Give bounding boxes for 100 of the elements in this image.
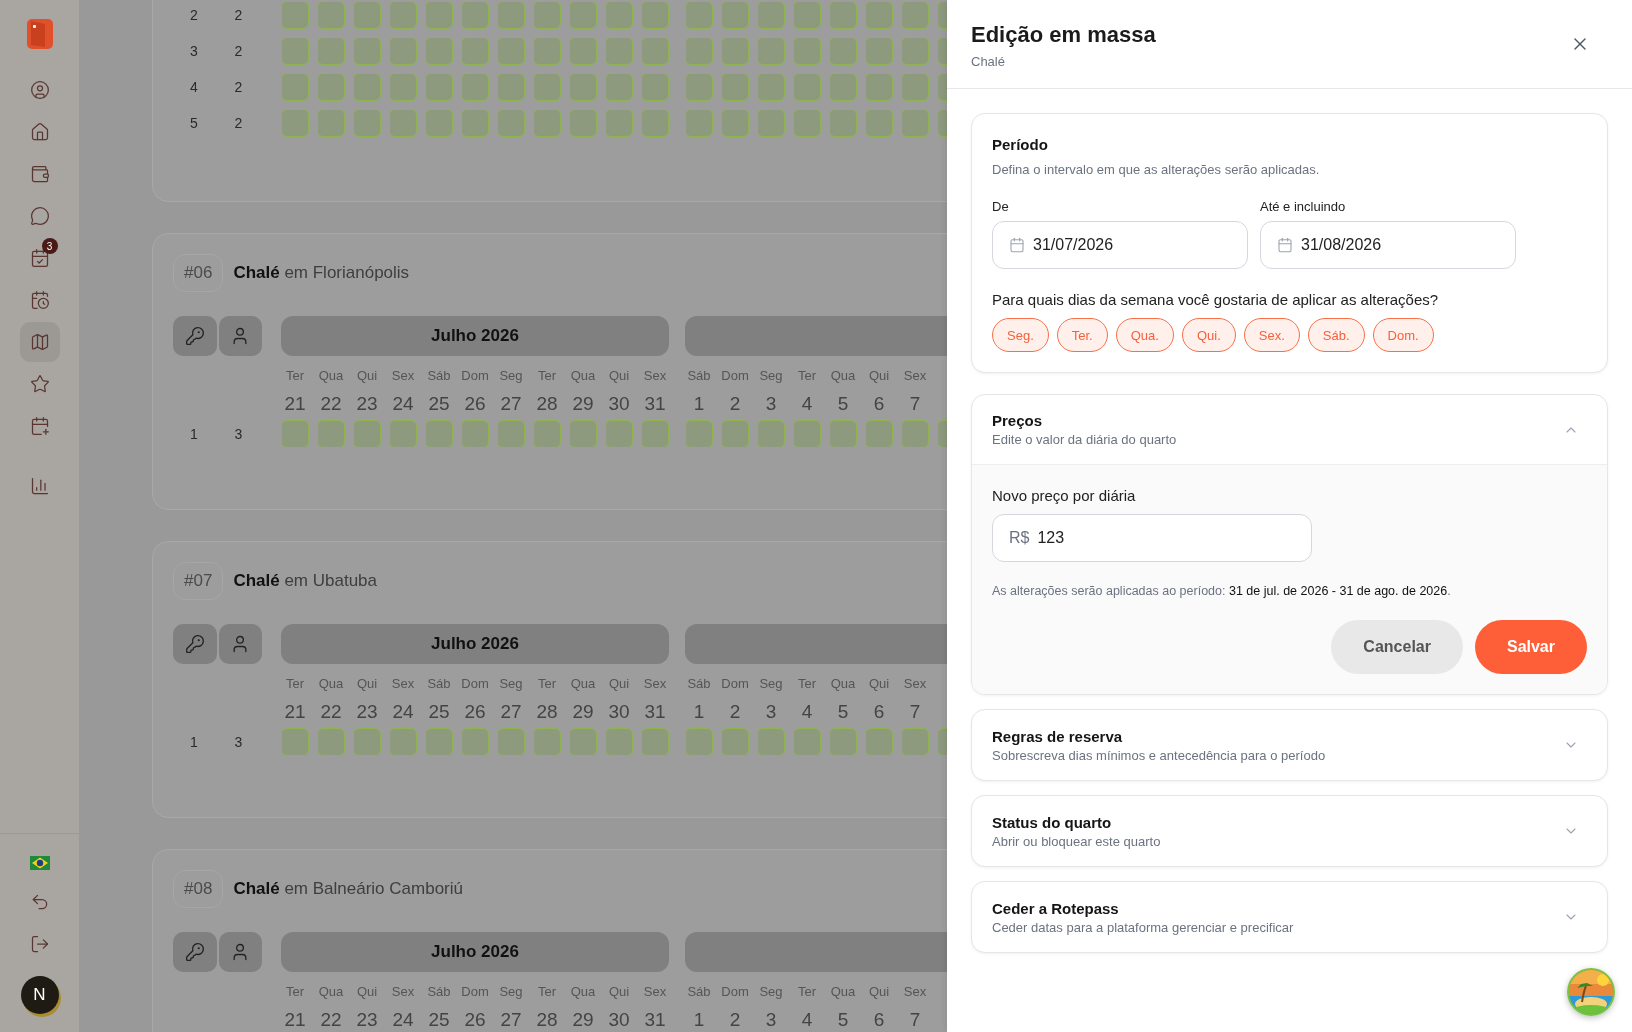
- availability-cell[interactable]: [569, 1, 597, 29]
- availability-cell[interactable]: [685, 728, 713, 756]
- availability-cell[interactable]: [569, 420, 597, 448]
- availability-cell[interactable]: [461, 420, 489, 448]
- availability-cell[interactable]: [865, 73, 893, 101]
- availability-cell[interactable]: [317, 73, 345, 101]
- availability-cell[interactable]: [685, 73, 713, 101]
- availability-cell[interactable]: [353, 109, 381, 137]
- guest-button[interactable]: [218, 624, 262, 664]
- availability-cell[interactable]: [461, 37, 489, 65]
- availability-cell[interactable]: [569, 109, 597, 137]
- availability-cell[interactable]: [461, 73, 489, 101]
- date-field[interactable]: 31/08/2026: [1260, 221, 1516, 269]
- availability-cell[interactable]: [685, 1, 713, 29]
- availability-cell[interactable]: [829, 420, 857, 448]
- availability-cell[interactable]: [425, 73, 453, 101]
- availability-cell[interactable]: [317, 109, 345, 137]
- availability-cell[interactable]: [865, 728, 893, 756]
- availability-cell[interactable]: [317, 728, 345, 756]
- availability-cell[interactable]: [497, 73, 525, 101]
- availability-cell[interactable]: [317, 1, 345, 29]
- availability-cell[interactable]: [721, 728, 749, 756]
- availability-cell[interactable]: [497, 109, 525, 137]
- availability-cell[interactable]: [317, 37, 345, 65]
- nav-item[interactable]: [19, 322, 60, 362]
- weekday-chip[interactable]: Sáb.: [1307, 318, 1365, 352]
- availability-cell[interactable]: [901, 1, 929, 29]
- availability-cell[interactable]: [569, 73, 597, 101]
- availability-cell[interactable]: [605, 728, 633, 756]
- availability-cell[interactable]: [605, 73, 633, 101]
- user-avatar[interactable]: N: [20, 976, 59, 1014]
- availability-cell[interactable]: [425, 420, 453, 448]
- key-button[interactable]: [173, 316, 217, 356]
- availability-cell[interactable]: [353, 1, 381, 29]
- weekday-chip[interactable]: Ter.: [1056, 318, 1108, 352]
- availability-cell[interactable]: [461, 728, 489, 756]
- availability-cell[interactable]: [641, 37, 669, 65]
- availability-cell[interactable]: [641, 109, 669, 137]
- availability-cell[interactable]: [281, 728, 309, 756]
- availability-cell[interactable]: [757, 109, 785, 137]
- availability-cell[interactable]: [901, 109, 929, 137]
- availability-cell[interactable]: [829, 728, 857, 756]
- availability-cell[interactable]: [497, 420, 525, 448]
- availability-cell[interactable]: [605, 109, 633, 137]
- price-input[interactable]: 123: [1037, 529, 1238, 547]
- availability-cell[interactable]: [353, 73, 381, 101]
- weekday-chip[interactable]: Qui.: [1181, 318, 1236, 352]
- availability-cell[interactable]: [641, 728, 669, 756]
- availability-cell[interactable]: [901, 73, 929, 101]
- availability-cell[interactable]: [389, 1, 417, 29]
- availability-cell[interactable]: [721, 37, 749, 65]
- availability-cell[interactable]: [721, 109, 749, 137]
- availability-cell[interactable]: [721, 420, 749, 448]
- availability-cell[interactable]: [757, 420, 785, 448]
- availability-cell[interactable]: [425, 37, 453, 65]
- availability-cell[interactable]: [865, 1, 893, 29]
- logout-button[interactable]: [29, 934, 50, 954]
- weekday-chip[interactable]: Seg.: [992, 318, 1049, 352]
- availability-cell[interactable]: [641, 73, 669, 101]
- availability-cell[interactable]: [497, 1, 525, 29]
- availability-cell[interactable]: [757, 1, 785, 29]
- availability-cell[interactable]: [865, 37, 893, 65]
- availability-cell[interactable]: [389, 420, 417, 448]
- availability-cell[interactable]: [317, 420, 345, 448]
- cancel-button[interactable]: Cancelar: [1331, 620, 1463, 674]
- availability-cell[interactable]: [605, 37, 633, 65]
- availability-cell[interactable]: [685, 37, 713, 65]
- availability-cell[interactable]: [793, 109, 821, 137]
- brazil-flag-icon[interactable]: [29, 856, 50, 870]
- availability-cell[interactable]: [389, 109, 417, 137]
- availability-cell[interactable]: [721, 1, 749, 29]
- date-field[interactable]: 31/07/2026: [992, 221, 1248, 269]
- availability-cell[interactable]: [865, 109, 893, 137]
- guest-button[interactable]: [218, 932, 262, 972]
- availability-cell[interactable]: [389, 728, 417, 756]
- availability-cell[interactable]: [793, 1, 821, 29]
- availability-cell[interactable]: [865, 420, 893, 448]
- availability-cell[interactable]: [281, 73, 309, 101]
- assistant-button[interactable]: [1567, 968, 1615, 1016]
- guest-button[interactable]: [218, 316, 262, 356]
- availability-cell[interactable]: [497, 37, 525, 65]
- availability-cell[interactable]: [641, 1, 669, 29]
- availability-cell[interactable]: [721, 73, 749, 101]
- key-button[interactable]: [173, 624, 217, 664]
- availability-cell[interactable]: [901, 728, 929, 756]
- weekday-chip[interactable]: Dom.: [1372, 318, 1434, 352]
- availability-cell[interactable]: [389, 73, 417, 101]
- key-button[interactable]: [173, 932, 217, 972]
- availability-cell[interactable]: [281, 109, 309, 137]
- availability-cell[interactable]: [533, 1, 561, 29]
- availability-cell[interactable]: [461, 1, 489, 29]
- availability-cell[interactable]: [389, 37, 417, 65]
- availability-cell[interactable]: [569, 37, 597, 65]
- availability-cell[interactable]: [829, 37, 857, 65]
- availability-cell[interactable]: [641, 420, 669, 448]
- availability-cell[interactable]: [533, 420, 561, 448]
- availability-cell[interactable]: [757, 37, 785, 65]
- availability-cell[interactable]: [281, 420, 309, 448]
- availability-cell[interactable]: [533, 728, 561, 756]
- availability-cell[interactable]: [793, 37, 821, 65]
